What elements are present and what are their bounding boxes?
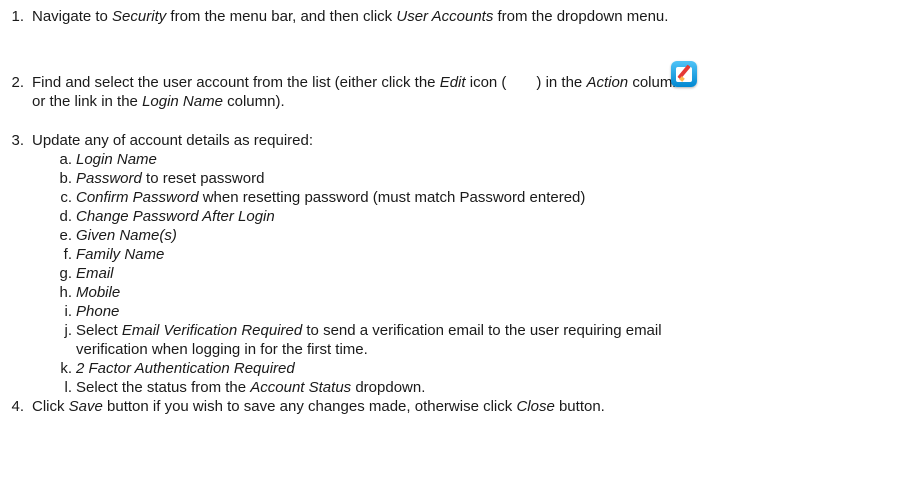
sub-letter: b. bbox=[59, 170, 72, 187]
sub-text: Password to reset password bbox=[76, 170, 265, 187]
step-text-continued: or the link in the Login Name column). bbox=[32, 93, 285, 110]
sub-letter: k. bbox=[60, 360, 72, 377]
edit-icon bbox=[671, 61, 697, 87]
sub-letter: i. bbox=[64, 303, 73, 320]
sub-text: Email bbox=[76, 265, 114, 282]
sub-text-continued: verification when logging in for the fir… bbox=[76, 341, 368, 358]
step-text: Find and select the user account from th… bbox=[32, 74, 681, 91]
sub-text: Login Name bbox=[76, 151, 157, 168]
sub-letter: d. bbox=[59, 208, 72, 225]
sub-text: Select the status from the Account Statu… bbox=[76, 379, 426, 396]
sub-letter: j. bbox=[64, 322, 73, 339]
step-number: 4. bbox=[11, 398, 24, 415]
step-text: Navigate to Security from the menu bar, … bbox=[32, 8, 669, 25]
step-text: Click Save button if you wish to save an… bbox=[32, 398, 605, 415]
sub-text: Change Password After Login bbox=[76, 208, 275, 225]
sub-letter: h. bbox=[59, 284, 72, 301]
step-number: 1. bbox=[11, 8, 24, 25]
step-number: 3. bbox=[11, 132, 24, 149]
step-number: 2. bbox=[11, 74, 24, 91]
sub-text: Given Name(s) bbox=[76, 227, 177, 244]
sub-text: Mobile bbox=[76, 284, 121, 301]
sub-letter: a. bbox=[59, 151, 72, 168]
sub-text: Select Email Verification Required to se… bbox=[76, 322, 662, 339]
sub-text: Phone bbox=[76, 303, 120, 320]
sub-letter: e. bbox=[59, 227, 72, 244]
sub-letter: l. bbox=[64, 379, 73, 396]
sub-text: Confirm Password when resetting password… bbox=[76, 189, 586, 206]
sub-letter: g. bbox=[59, 265, 72, 282]
step-text: Update any of account details as require… bbox=[32, 132, 314, 149]
sub-text: 2 Factor Authentication Required bbox=[76, 360, 295, 377]
sub-letter: c. bbox=[60, 189, 72, 206]
sub-letter: f. bbox=[63, 246, 72, 263]
sub-text: Family Name bbox=[76, 246, 165, 263]
